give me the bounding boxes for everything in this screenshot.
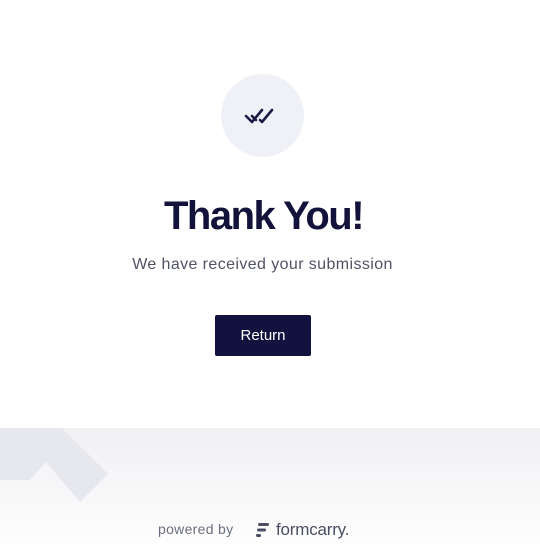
- formcarry-brand-link[interactable]: formcarry.: [256, 519, 349, 541]
- success-icon-badge: [221, 74, 304, 157]
- double-check-icon: [244, 108, 273, 123]
- thank-you-page: Thank You! We have received your submiss…: [0, 0, 540, 555]
- powered-by-label: powered by: [158, 521, 234, 537]
- confirmation-card: Thank You! We have received your submiss…: [0, 0, 540, 428]
- return-button[interactable]: Return: [215, 315, 311, 356]
- confirmation-message: We have received your submission: [132, 256, 393, 273]
- brand-name: formcarry.: [276, 520, 350, 539]
- formcarry-logo-icon: [256, 523, 269, 537]
- background-decoration: [0, 428, 108, 502]
- page-title: Thank You!: [163, 194, 365, 238]
